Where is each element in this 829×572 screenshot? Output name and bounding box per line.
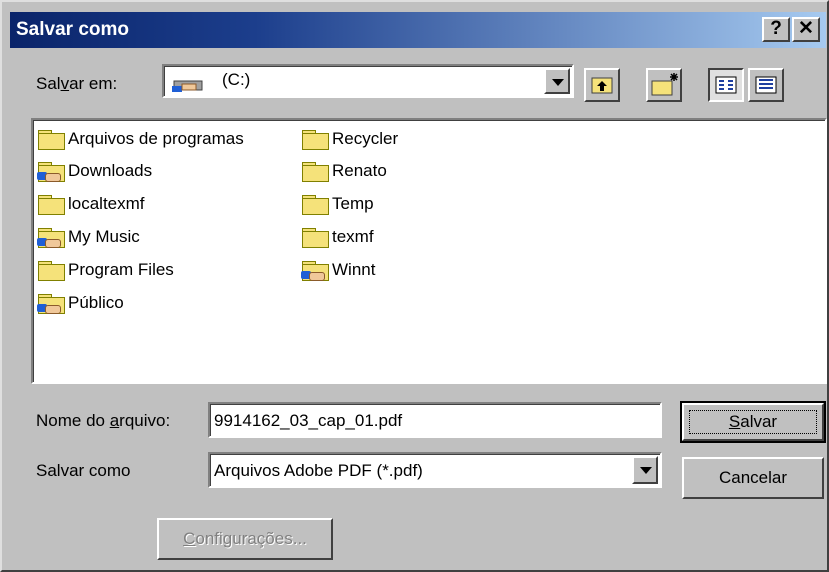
folder-icon — [301, 193, 329, 215]
list-item[interactable]: texmf — [301, 222, 374, 252]
filetype-combo[interactable]: Arquivos Adobe PDF (*.pdf) — [208, 452, 662, 488]
settings-button[interactable]: Configurações... — [157, 518, 333, 560]
help-button[interactable]: ? — [762, 17, 790, 42]
file-list[interactable]: Arquivos de programas Downloads localtex… — [31, 118, 827, 384]
list-item[interactable]: My Music — [37, 222, 140, 252]
list-item[interactable]: Recycler — [301, 124, 398, 154]
list-item[interactable]: Arquivos de programas — [37, 124, 244, 154]
folder-icon — [301, 160, 329, 182]
shared-folder-icon — [301, 259, 329, 281]
location-value: (C:) — [222, 70, 251, 89]
new-folder-icon — [651, 73, 678, 96]
folder-icon — [301, 128, 329, 150]
window-title: Salvar como — [16, 19, 129, 40]
close-icon: ✕ — [798, 18, 814, 39]
filetype-value: Arquivos Adobe PDF (*.pdf) — [214, 461, 423, 480]
shared-folder-icon — [37, 226, 65, 248]
title-bar[interactable]: Salvar como ? ✕ — [10, 12, 826, 48]
list-item[interactable]: Temp — [301, 189, 374, 219]
list-item[interactable]: Público — [37, 288, 124, 318]
filename-value: 9914162_03_cap_01.pdf — [214, 411, 403, 430]
folder-icon — [37, 193, 65, 215]
new-folder-button[interactable] — [646, 68, 682, 102]
drive-icon — [172, 80, 203, 92]
filename-label: Nome do arquivo: — [36, 411, 171, 430]
save-button[interactable]: Salvar — [680, 401, 826, 443]
cancel-button[interactable]: Cancelar — [682, 457, 824, 499]
list-item[interactable]: Program Files — [37, 255, 174, 285]
list-item[interactable]: Winnt — [301, 255, 375, 285]
shared-folder-icon — [37, 292, 65, 314]
details-view-button[interactable] — [748, 68, 784, 102]
focus-rect — [689, 410, 817, 434]
folder-icon — [37, 259, 65, 281]
folder-icon — [37, 128, 65, 150]
location-combo[interactable]: (C:) — [162, 64, 574, 98]
list-view-button[interactable] — [708, 68, 744, 102]
shared-folder-icon — [37, 160, 65, 182]
list-item[interactable]: Downloads — [37, 156, 152, 186]
list-item[interactable]: localtexmf — [37, 189, 145, 219]
save-as-dialog: Salvar como ? ✕ Salvar em: (C:) Arquivos… — [0, 0, 829, 572]
filetype-dropdown-arrow[interactable] — [632, 456, 658, 484]
close-button[interactable]: ✕ — [792, 17, 820, 42]
list-item[interactable]: Renato — [301, 156, 387, 186]
location-label: Salvar em: — [36, 74, 118, 93]
folder-icon — [301, 226, 329, 248]
folder-up-icon — [591, 77, 613, 94]
location-dropdown-arrow[interactable] — [544, 68, 570, 94]
list-view-icon — [715, 76, 737, 94]
up-one-level-button[interactable] — [584, 68, 620, 102]
details-view-icon — [755, 76, 777, 94]
filename-input[interactable]: 9914162_03_cap_01.pdf — [208, 402, 662, 438]
filetype-label: Salvar como — [36, 461, 131, 480]
